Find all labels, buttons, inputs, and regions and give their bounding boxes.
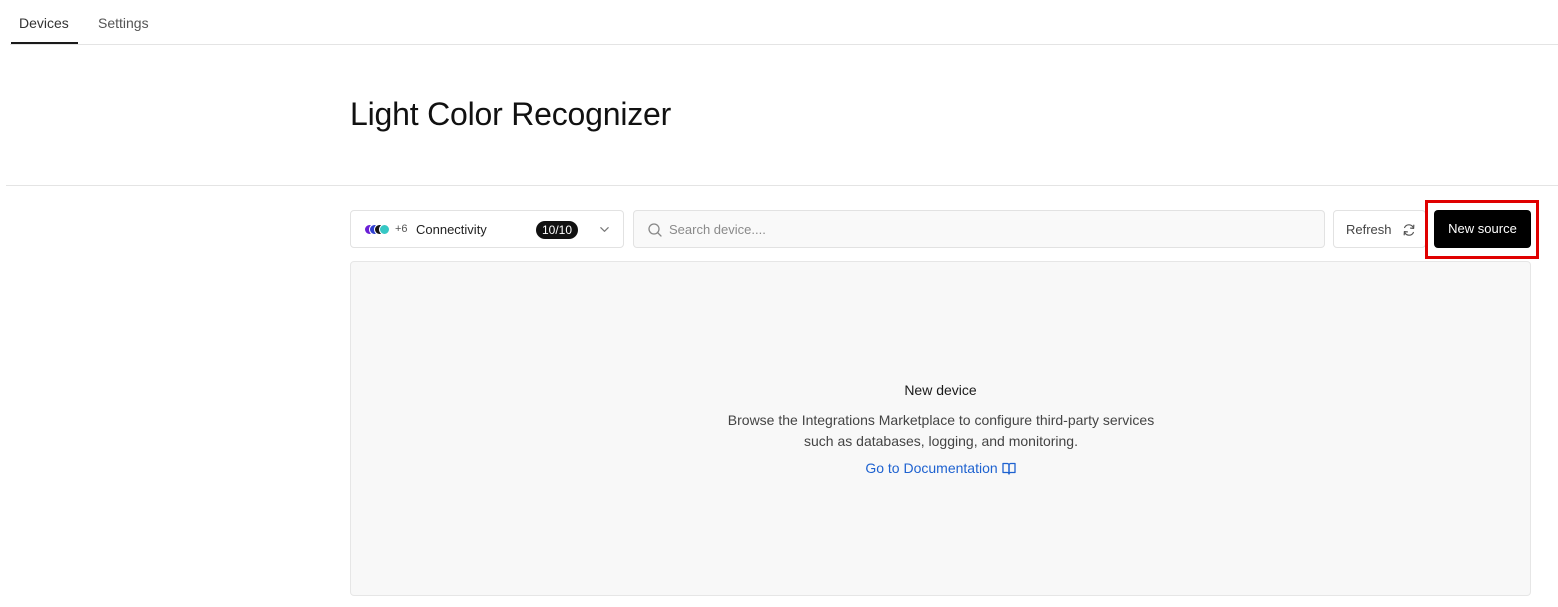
tab-settings[interactable]: Settings bbox=[98, 15, 149, 31]
empty-state-description-line2: such as databases, logging, and monitori… bbox=[804, 433, 1078, 449]
new-source-label: New source bbox=[1448, 221, 1517, 236]
tab-bar: Devices Settings bbox=[0, 0, 1558, 45]
documentation-link-label: Go to Documentation bbox=[865, 460, 998, 476]
documentation-link[interactable]: Go to Documentation bbox=[351, 460, 1530, 476]
filter-label: Connectivity bbox=[416, 222, 487, 237]
empty-state-title: New device bbox=[904, 382, 977, 398]
search-input[interactable] bbox=[669, 211, 1309, 247]
book-icon bbox=[1001, 462, 1016, 475]
section-divider bbox=[6, 185, 1558, 186]
tab-devices[interactable]: Devices bbox=[19, 15, 69, 31]
connectivity-status-dots bbox=[364, 224, 394, 235]
new-source-button[interactable]: New source bbox=[1434, 210, 1531, 248]
search-box bbox=[633, 210, 1325, 248]
filter-more-count: +6 bbox=[395, 223, 408, 235]
empty-state-description: Browse the Integrations Marketplace to c… bbox=[681, 410, 1201, 452]
empty-state-description-line1: Browse the Integrations Marketplace to c… bbox=[727, 412, 1155, 428]
connectivity-filter-dropdown[interactable]: +6 Connectivity 10/10 bbox=[350, 210, 624, 248]
filter-count-badge: 10/10 bbox=[536, 221, 579, 239]
search-icon bbox=[648, 223, 662, 237]
page-title: Light Color Recognizer bbox=[350, 96, 672, 132]
refresh-label: Refresh bbox=[1346, 222, 1392, 237]
refresh-button[interactable]: Refresh bbox=[1333, 210, 1426, 248]
status-dot bbox=[379, 224, 390, 235]
tab-bar-divider bbox=[10, 44, 1558, 45]
empty-state-panel: New device Browse the Integrations Marke… bbox=[350, 261, 1531, 596]
refresh-icon bbox=[1403, 224, 1415, 236]
chevron-down-icon bbox=[600, 227, 609, 232]
